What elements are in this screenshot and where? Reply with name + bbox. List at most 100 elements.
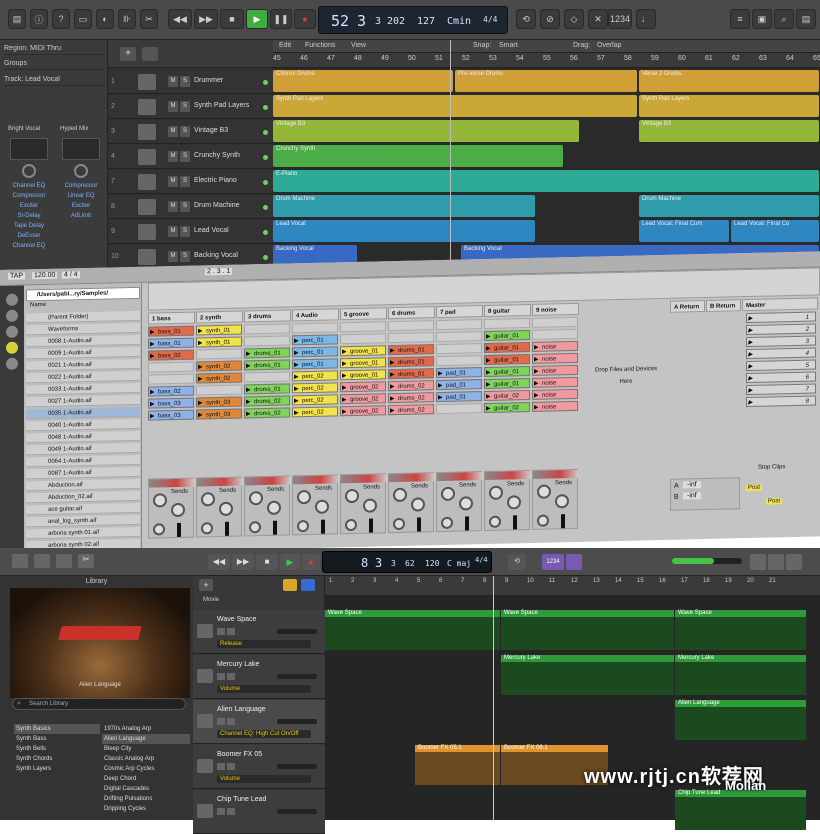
snap-select[interactable]: Smart bbox=[499, 42, 518, 49]
browser-item[interactable]: 0040 1-Audio.aif bbox=[26, 418, 140, 432]
loop-browser-icon[interactable] bbox=[768, 554, 784, 570]
library-category[interactable]: Synth Bells bbox=[14, 744, 100, 754]
clip[interactable]: perc_02 bbox=[292, 394, 338, 406]
clip[interactable]: bass_02 bbox=[148, 349, 194, 361]
solo-button[interactable] bbox=[227, 718, 235, 725]
track-title[interactable]: 8 guitar bbox=[484, 303, 531, 318]
tracks-area[interactable]: Chorus Drums Pre-verse Drums Verse 2 Drums… bbox=[273, 40, 820, 270]
browser-item[interactable]: ace guitar.aif bbox=[26, 502, 140, 516]
forward-button[interactable]: ▶▶ bbox=[232, 554, 254, 570]
plugin-slot[interactable]: Tape Delay bbox=[6, 222, 52, 231]
clip[interactable]: noise bbox=[532, 340, 578, 352]
volume-fader[interactable] bbox=[417, 517, 421, 532]
solo-button[interactable]: S bbox=[180, 201, 190, 212]
send-b-knob[interactable] bbox=[171, 502, 185, 518]
clip-slot[interactable] bbox=[388, 332, 434, 344]
browser-item[interactable]: 0009 1-Audio.aif bbox=[26, 346, 140, 360]
editors-icon[interactable]: ✂ bbox=[78, 554, 94, 568]
browser-item[interactable]: 0087 1-Audio.aif bbox=[26, 466, 140, 480]
clip[interactable]: drums_02 bbox=[244, 407, 290, 419]
region[interactable]: Drum Machine bbox=[273, 195, 535, 217]
track-header[interactable]: 7 M S Electric Piano bbox=[108, 170, 273, 194]
plugin-slot[interactable]: AdLimit bbox=[58, 212, 104, 221]
clip[interactable]: guitar_01 bbox=[484, 329, 530, 342]
track-on-indicator[interactable] bbox=[263, 130, 268, 135]
track-on-indicator[interactable] bbox=[263, 255, 268, 260]
plugin-slot[interactable]: Channel EQ bbox=[6, 242, 52, 251]
solo-button[interactable]: S bbox=[180, 126, 190, 137]
clip-slot[interactable] bbox=[436, 355, 482, 367]
solo-icon[interactable]: ✕ bbox=[588, 9, 608, 29]
clip[interactable]: guitar_01 bbox=[484, 365, 530, 378]
volume-fader[interactable] bbox=[561, 514, 565, 529]
automation-parameter[interactable]: Volume bbox=[217, 775, 311, 783]
clip[interactable]: drums_01 bbox=[244, 347, 290, 359]
stop-clips-button[interactable]: Stop Clips bbox=[744, 464, 814, 476]
region[interactable]: Wave Space bbox=[675, 610, 806, 650]
mute-button[interactable]: M bbox=[168, 126, 178, 137]
mute-button[interactable] bbox=[217, 718, 225, 725]
track-title[interactable]: 6 drums bbox=[388, 306, 435, 320]
solo-button[interactable] bbox=[227, 763, 235, 770]
count-in-button[interactable]: 1234 bbox=[542, 554, 564, 570]
plugin-slot[interactable]: DeEsser bbox=[6, 232, 52, 241]
clip[interactable]: noise bbox=[532, 388, 578, 400]
loop-browser-icon[interactable]: ⌕ bbox=[774, 9, 794, 29]
volume-fader[interactable] bbox=[465, 516, 469, 531]
mute-button[interactable]: M bbox=[168, 176, 178, 187]
region[interactable]: Mercury Lake bbox=[501, 655, 674, 695]
return-track-title[interactable]: A Return bbox=[670, 300, 705, 313]
clip[interactable]: drums_01 bbox=[244, 359, 290, 371]
rewind-button[interactable]: ◀◀ bbox=[208, 554, 230, 570]
clip-slot[interactable] bbox=[340, 333, 386, 345]
ruler[interactable]: Edit Functions View Snap: Smart Drag: Ov… bbox=[273, 40, 820, 68]
browser-item[interactable]: 0033 1-Audio.aif bbox=[26, 382, 140, 396]
stop-button[interactable]: ■ bbox=[256, 554, 278, 570]
library-category[interactable]: Synth Bass bbox=[14, 734, 100, 744]
region[interactable]: Synth Pad Layers bbox=[273, 95, 637, 117]
clip[interactable]: perc_02 bbox=[292, 406, 338, 418]
track-volume-slider[interactable] bbox=[277, 809, 317, 814]
clip[interactable]: groove_01 bbox=[340, 357, 386, 369]
pause-button[interactable]: ❚❚ bbox=[270, 9, 292, 29]
browser-item[interactable]: 0049 1-Audio.aif bbox=[26, 442, 140, 456]
clip[interactable]: drums_02 bbox=[388, 380, 434, 392]
browser-item[interactable]: Waveforms bbox=[26, 322, 140, 336]
clip[interactable]: drums_02 bbox=[388, 404, 434, 416]
clip[interactable]: synth_02 bbox=[196, 360, 242, 372]
clip-slot[interactable] bbox=[436, 331, 482, 343]
track-on-indicator[interactable] bbox=[263, 180, 268, 185]
stop-button[interactable]: ■ bbox=[220, 9, 244, 29]
send-b-knob[interactable] bbox=[363, 498, 377, 513]
clip[interactable]: guitar_01 bbox=[484, 341, 530, 354]
track-header[interactable]: Wave Space Release bbox=[193, 610, 325, 654]
region[interactable]: Chip Tune Lead bbox=[675, 790, 806, 830]
inspector-groups[interactable]: Groups bbox=[4, 57, 104, 70]
record-button[interactable]: ● bbox=[302, 554, 320, 570]
mute-button[interactable]: M bbox=[168, 251, 178, 262]
send-a-knob[interactable] bbox=[489, 485, 503, 500]
smart-filter-icon[interactable] bbox=[283, 579, 297, 591]
clip-slot[interactable] bbox=[196, 384, 242, 396]
clip[interactable]: groove_02 bbox=[340, 381, 386, 393]
mute-button[interactable] bbox=[217, 808, 225, 815]
track-title[interactable]: 3 drums bbox=[244, 309, 291, 323]
clip[interactable]: pad_01 bbox=[436, 367, 482, 379]
clip[interactable]: groove_01 bbox=[340, 369, 386, 381]
region[interactable]: Chorus Drums bbox=[273, 70, 453, 92]
solo-button[interactable] bbox=[227, 808, 235, 815]
plugin-slot[interactable]: Exciter bbox=[6, 202, 52, 211]
browser-item[interactable]: anal_log_synth.aif bbox=[26, 514, 140, 528]
add-track-icon[interactable]: + bbox=[199, 579, 213, 591]
clip[interactable]: guitar_02 bbox=[484, 389, 530, 402]
automation-parameter[interactable]: Volume bbox=[217, 685, 311, 693]
region[interactable]: Boomer FX 05.1 bbox=[415, 745, 500, 785]
clip[interactable]: groove_02 bbox=[340, 405, 386, 417]
library-icon[interactable] bbox=[12, 554, 28, 568]
volume-fader[interactable] bbox=[273, 520, 277, 535]
scene-launch[interactable]: 2 bbox=[746, 323, 816, 336]
clip-slot[interactable] bbox=[244, 335, 290, 347]
track-volume-slider[interactable] bbox=[277, 764, 317, 769]
library-category[interactable]: Synth Basics bbox=[14, 724, 100, 734]
arrangement-position[interactable]: 2 . 3 . 1 bbox=[205, 267, 233, 276]
